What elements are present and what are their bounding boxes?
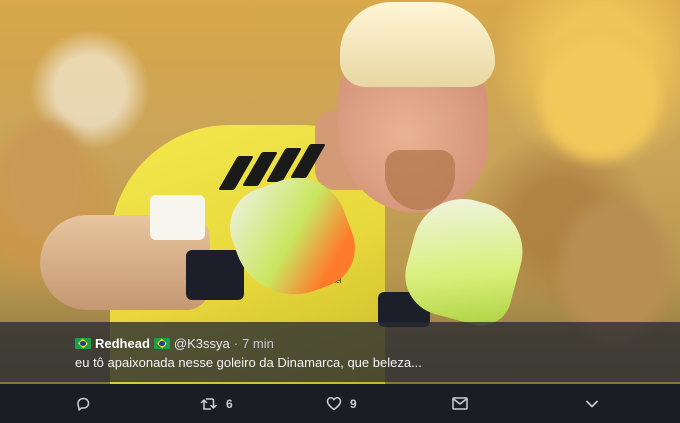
separator-dot: · — [233, 335, 239, 351]
tweet-caption-overlay — [0, 322, 680, 382]
user-handle[interactable]: @K3ssya — [174, 336, 230, 351]
direct-message-button[interactable] — [452, 384, 468, 423]
goalkeeper-hair — [340, 2, 495, 87]
retweet-button[interactable]: 6 — [200, 384, 233, 423]
reply-icon — [77, 397, 90, 411]
heart-icon — [326, 397, 342, 411]
brazil-flag-icon — [75, 337, 91, 349]
background-crowd-blob — [560, 200, 670, 340]
more-options-button[interactable] — [585, 384, 599, 423]
tweet-action-bar: 6 9 — [0, 384, 680, 423]
mail-icon — [452, 397, 468, 410]
glove-wrist-strap — [186, 250, 244, 300]
brazil-flag-icon — [153, 337, 170, 349]
tweet-header: Redhead @K3ssya · 7 min — [75, 335, 274, 351]
chevron-down-icon — [586, 400, 598, 407]
retweet-count: 6 — [226, 396, 233, 411]
tweet-timestamp[interactable]: 7 min — [242, 336, 274, 351]
reply-button[interactable] — [75, 384, 91, 423]
display-name[interactable]: Redhead — [95, 336, 150, 351]
tweet-text: eu tô apaixonada nesse goleiro da Dinama… — [75, 355, 422, 370]
tweet-media-card: hummel Redhead @K3ssya · 7 min eu tô apa… — [0, 0, 680, 423]
world-cup-badge — [150, 195, 205, 240]
background-crowd-blob — [540, 40, 660, 160]
retweet-icon — [200, 397, 217, 410]
like-button[interactable]: 9 — [326, 384, 357, 423]
like-count: 9 — [350, 396, 357, 411]
